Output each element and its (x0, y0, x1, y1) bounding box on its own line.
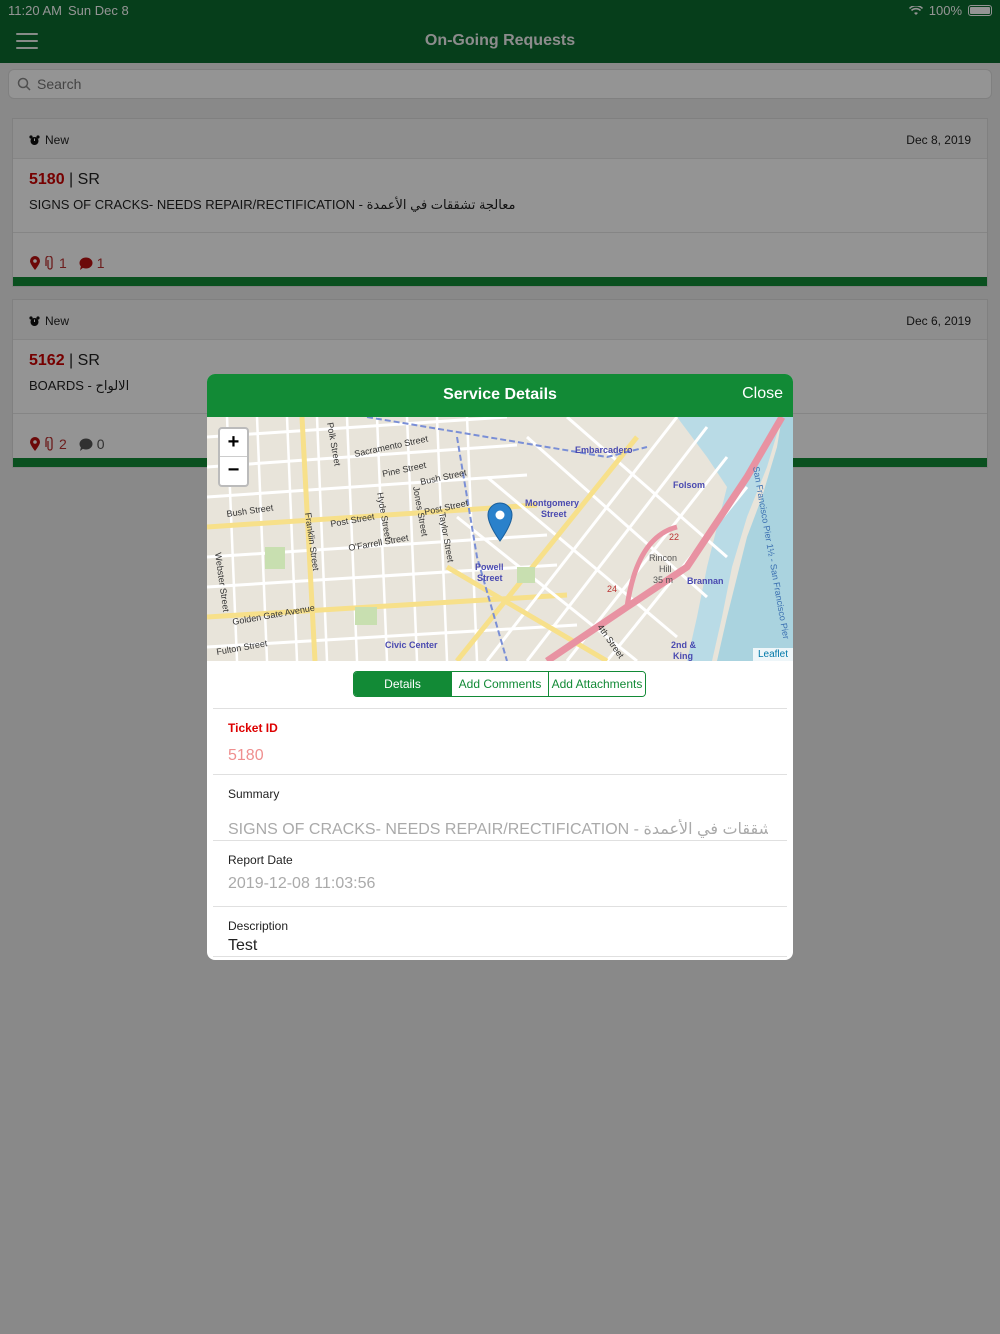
map-label: 2nd & (671, 640, 697, 650)
map-label: 22 (669, 532, 679, 542)
leaflet-attribution-link[interactable]: Leaflet (752, 648, 793, 661)
map-label: 35 m (653, 575, 673, 585)
map-label: Folsom (673, 480, 705, 490)
description-label: Description (228, 919, 289, 933)
ticket-id-field: Ticket ID 5180 (213, 709, 787, 775)
description-field: Description Test (213, 907, 787, 957)
map-label: 24 (607, 584, 617, 594)
map-label: Embarcadero (575, 445, 633, 455)
tab-add-comments[interactable]: Add Comments (451, 672, 548, 696)
map-tiles: Sacramento Street Pine Street Bush Stree… (207, 417, 793, 661)
map-label: Street (541, 509, 567, 519)
modal-title: Service Details (443, 386, 557, 403)
summary-value: SIGNS OF CRACKS- NEEDS REPAIR/RECTIFICAT… (228, 821, 768, 838)
tab-details[interactable]: Details (354, 672, 451, 696)
zoom-out-button[interactable]: − (220, 457, 247, 485)
map-label: Hill (659, 564, 672, 574)
tab-bar-container: Details Add Comments Add Attachments (207, 661, 793, 709)
report-date-value: 2019-12-08 11:03:56 (228, 875, 376, 892)
map-label: Brannan (687, 576, 724, 586)
tab-add-attachments[interactable]: Add Attachments (548, 672, 645, 696)
summary-label: Summary (228, 787, 280, 801)
ticket-id-value: 5180 (228, 747, 264, 764)
report-date-field: Report Date 2019-12-08 11:03:56 (213, 841, 787, 907)
service-details-modal: Service Details Close Sacramento Street … (207, 374, 793, 960)
details-form: Ticket ID 5180 Summary SIGNS OF CRACKS- … (213, 708, 787, 957)
map-label: Street (477, 573, 503, 583)
map-view[interactable]: Sacramento Street Pine Street Bush Stree… (207, 417, 793, 661)
report-date-label: Report Date (228, 853, 293, 867)
segmented-tabs: Details Add Comments Add Attachments (353, 671, 646, 697)
close-button[interactable]: Close (742, 385, 783, 403)
map-label: King (673, 651, 693, 661)
ticket-id-label: Ticket ID (228, 721, 278, 735)
map-label: Rincon (649, 553, 677, 563)
map-label: Civic Center (385, 640, 438, 650)
zoom-control: + − (218, 427, 249, 487)
zoom-in-button[interactable]: + (220, 429, 247, 457)
modal-header: Service Details Close (207, 374, 793, 417)
description-value: Test (228, 937, 258, 954)
summary-field: Summary SIGNS OF CRACKS- NEEDS REPAIR/RE… (213, 775, 787, 841)
map-label: Powell (475, 562, 504, 572)
map-label: Montgomery (525, 498, 579, 508)
